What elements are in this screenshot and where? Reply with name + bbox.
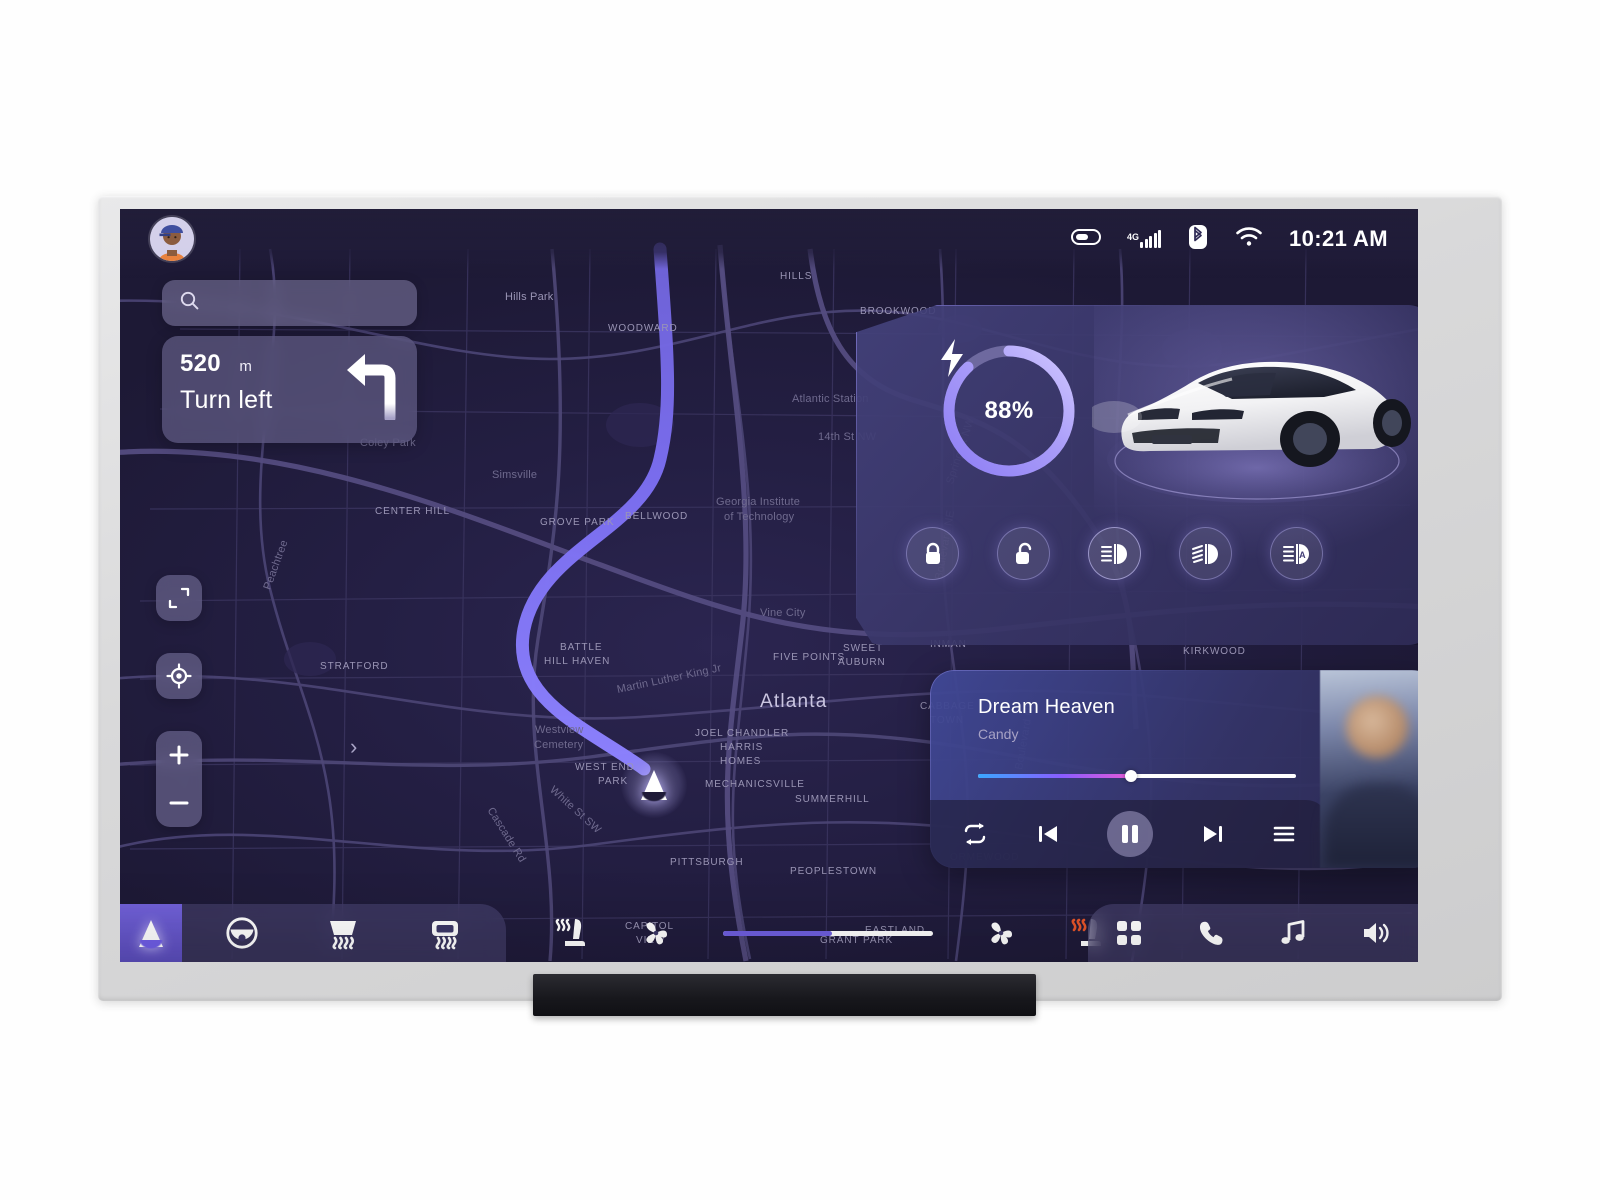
phone-icon [1199,921,1223,945]
signal-4g-icon: 4G [1127,229,1162,248]
map-search-bar[interactable] [162,280,417,326]
plus-icon [169,745,189,765]
bottom-bar-left [120,904,506,962]
track-artist: Candy [978,726,1019,742]
driver-avatar[interactable] [150,217,194,261]
map-zoom-out-button[interactable] [156,779,202,827]
avatar-illustration [150,217,194,261]
rear-defrost-button[interactable] [427,916,463,950]
apps-button[interactable] [1115,919,1143,947]
fan-speed-slider[interactable] [723,930,933,936]
repeat-icon [964,823,986,845]
turn-left-arrow-icon [347,354,396,420]
network-type-label: 4G [1127,231,1140,242]
playlist-menu-icon [1273,826,1295,842]
front-defrost-icon [330,921,356,950]
fan-icon [990,922,1012,945]
wifi-icon [1235,226,1263,253]
lock-closed-icon [925,542,940,564]
climate-controls [528,904,1128,962]
track-progress-fill [978,774,1131,778]
right-fan-button[interactable] [986,918,1016,948]
auto-light-button[interactable]: A [1270,527,1323,580]
minus-icon [169,801,189,805]
svg-text:A: A [1299,550,1306,560]
repeat-button[interactable] [962,823,988,845]
expand-icon [168,587,190,609]
media-player-panel: Dream Heaven Candy [930,670,1418,868]
phone-button[interactable] [1197,919,1225,947]
album-art [1320,670,1418,868]
locate-me-icon [166,663,192,689]
skip-previous-icon [1038,826,1057,842]
map-locate-button[interactable] [156,653,202,699]
front-defrost-button[interactable] [325,916,361,950]
apps-grid-icon [1117,921,1141,945]
status-bar: 4G 10:21 AM [120,209,1418,269]
status-icons: 4G 10:21 AM [1071,224,1388,255]
play-pause-button[interactable] [1107,811,1153,857]
track-progress-thumb[interactable] [1124,770,1137,782]
high-beam-button[interactable] [1088,527,1141,580]
previous-button[interactable] [1037,823,1059,845]
vehicle-status-panel: 88% A [856,305,1418,645]
infotainment-screen: Hills Park HILLS BROOKWOOD WOODWARD Atlantic… [120,209,1418,962]
next-button[interactable] [1202,823,1224,845]
display-stand [533,974,1036,1016]
music-note-icon [1281,920,1305,944]
left-fan-button[interactable] [641,918,671,948]
heated-seat-left-icon [555,918,585,946]
lock-button[interactable] [906,527,959,580]
lock-open-icon [1015,542,1031,564]
steering-wheel-icon [226,917,258,949]
battery-icon [1071,227,1101,252]
left-seat-heat-button[interactable] [552,916,588,950]
auto-headlight-icon: A [1282,543,1309,564]
track-title: Dream Heaven [978,696,1115,718]
battery-ring: 88% [935,337,1083,485]
track-progress-bar[interactable] [978,770,1296,782]
map-expand-button[interactable] [156,575,202,621]
navigation-arrow-icon [139,919,163,949]
search-input[interactable] [210,294,399,312]
navigation-button[interactable] [120,904,182,962]
bottom-bar-right [1088,904,1418,962]
heading-arrow-icon [641,770,667,802]
fan-icon [645,922,667,945]
low-beam-icon [1191,543,1218,564]
steering-wheel-heat-button[interactable] [225,916,259,950]
map-panel-expand-chevron[interactable]: › [350,734,357,760]
volume-button[interactable] [1361,920,1391,946]
lightning-bolt-icon [941,339,963,377]
fan-speed-fill [723,930,833,936]
playlist-button[interactable] [1272,824,1296,844]
rear-defrost-icon [432,921,458,950]
pause-icon [1122,825,1138,843]
album-art-figure [1346,696,1408,758]
screenshot-root: Hills Park HILLS BROOKWOOD WOODWARD Atlantic… [0,0,1600,1200]
nav-distance: 520 [180,350,221,377]
battery-percent: 88% [984,397,1034,424]
volume-icon [1364,923,1389,943]
unlock-button[interactable] [997,527,1050,580]
car-render [1092,361,1411,503]
navigation-instruction-card[interactable]: 520 m Turn left [162,336,417,443]
map-zoom-in-button[interactable] [156,731,202,779]
music-button[interactable] [1279,919,1307,947]
high-beam-icon [1100,543,1127,564]
media-controls [930,800,1328,868]
current-location-puck [621,752,687,818]
album-art-backdrop [1324,784,1418,868]
nav-distance-unit: m [239,358,252,375]
search-icon [180,291,199,315]
vehicle-control-row: A [906,527,1323,580]
skip-next-icon [1203,826,1222,842]
clock: 10:21 AM [1289,226,1388,251]
bluetooth-icon [1187,224,1209,255]
map-zoom-controls[interactable] [156,731,202,827]
low-beam-button[interactable] [1179,527,1232,580]
